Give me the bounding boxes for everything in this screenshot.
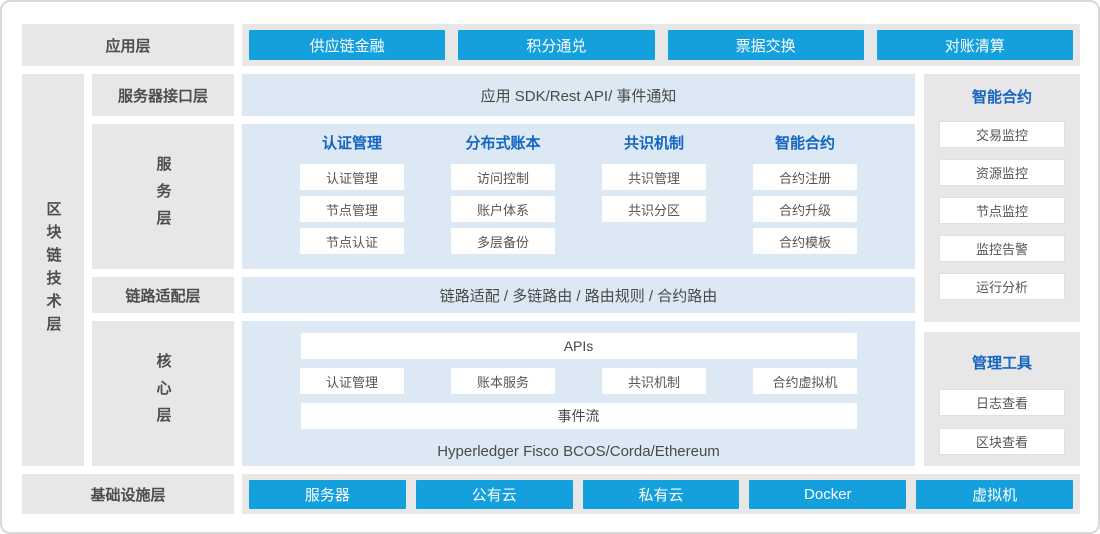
- service-column-auth: 认证管理 认证管理 节点管理 节点认证: [300, 134, 404, 254]
- tools-item: 区块查看: [939, 428, 1065, 455]
- service-item: 账户体系: [451, 196, 555, 222]
- service-layer-panel: 认证管理 认证管理 节点管理 节点认证 分布式账本 访问控制 账户体系 多层备份…: [242, 124, 915, 269]
- service-column-title: 分布式账本: [465, 134, 540, 154]
- service-layer-label-text: 服务层: [153, 156, 174, 237]
- infra-button-vm: 虚拟机: [916, 480, 1073, 509]
- infra-button-server: 服务器: [249, 480, 406, 509]
- monitor-panel-title: 智能合约: [972, 88, 1032, 108]
- blockchain-architecture-diagram: 应用层 供应链金融 积分通兑 票据交换 对账清算 区块链技术层 服务器接口层 服…: [0, 0, 1100, 534]
- core-apis-bar: APIs: [301, 333, 857, 359]
- core-layer-label-text: 核心层: [153, 353, 174, 434]
- service-layer-label: 服务层: [92, 124, 234, 269]
- app-layer-label: 应用层: [22, 24, 234, 66]
- service-column-title: 认证管理: [322, 134, 382, 154]
- interface-layer-label-text: 服务器接口层: [118, 85, 208, 106]
- monitor-item: 资源监控: [939, 159, 1065, 186]
- core-event-stream-bar: 事件流: [301, 403, 857, 429]
- core-item: 共识机制: [602, 368, 706, 394]
- service-item: 认证管理: [300, 164, 404, 190]
- service-item: 节点认证: [300, 228, 404, 254]
- app-button-points-exchange: 积分通兑: [458, 30, 654, 60]
- tech-layer-label: 区块链技术层: [22, 74, 84, 466]
- core-item: 合约虚拟机: [753, 368, 857, 394]
- service-item: 合约模板: [753, 228, 857, 254]
- smart-contract-monitor-panel: 智能合约 交易监控 资源监控 节点监控 监控告警 运行分析: [924, 74, 1080, 322]
- management-tools-panel: 管理工具 日志查看 区块查看: [924, 332, 1080, 466]
- core-item: 认证管理: [300, 368, 404, 394]
- service-item: 合约升级: [753, 196, 857, 222]
- tools-panel-title: 管理工具: [972, 354, 1032, 374]
- infra-layer-label-text: 基础设施层: [90, 484, 165, 505]
- core-layer-items: 认证管理 账本服务 共识机制 合约虚拟机: [300, 368, 857, 394]
- link-layer-content: 链路适配 / 多链路由 / 路由规则 / 合约路由: [242, 277, 915, 313]
- monitor-item: 节点监控: [939, 197, 1065, 224]
- infra-layer-label: 基础设施层: [22, 474, 234, 514]
- infra-button-public-cloud: 公有云: [416, 480, 573, 509]
- service-item: 访问控制: [451, 164, 555, 190]
- service-item: 合约注册: [753, 164, 857, 190]
- app-button-supply-chain-finance: 供应链金融: [249, 30, 445, 60]
- link-layer-label: 链路适配层: [92, 277, 234, 313]
- app-layer-button-strip: 供应链金融 积分通兑 票据交换 对账清算: [242, 24, 1080, 66]
- tech-layer-label-text: 区块链技术层: [43, 201, 64, 339]
- service-item: 共识管理: [602, 164, 706, 190]
- service-column-title: 共识机制: [624, 134, 684, 154]
- link-layer-label-text: 链路适配层: [125, 285, 200, 306]
- service-column-ledger: 分布式账本 访问控制 账户体系 多层备份: [451, 134, 555, 254]
- interface-layer-label: 服务器接口层: [92, 74, 234, 116]
- service-column-consensus: 共识机制 共识管理 共识分区: [602, 134, 706, 254]
- service-item: 共识分区: [602, 196, 706, 222]
- monitor-item: 监控告警: [939, 235, 1065, 262]
- core-item: 账本服务: [451, 368, 555, 394]
- core-layer-label: 核心层: [92, 321, 234, 466]
- service-layer-columns: 认证管理 认证管理 节点管理 节点认证 分布式账本 访问控制 账户体系 多层备份…: [242, 124, 915, 254]
- monitor-item: 交易监控: [939, 121, 1065, 148]
- infra-button-docker: Docker: [749, 480, 906, 509]
- infra-button-private-cloud: 私有云: [583, 480, 740, 509]
- app-button-reconciliation: 对账清算: [877, 30, 1073, 60]
- core-platforms-text: Hyperledger Fisco BCOS/Corda/Ethereum: [437, 443, 720, 460]
- service-item: 节点管理: [300, 196, 404, 222]
- interface-layer-content: 应用 SDK/Rest API/ 事件通知: [242, 74, 915, 116]
- infra-layer-button-strip: 服务器 公有云 私有云 Docker 虚拟机: [242, 474, 1080, 514]
- core-layer-panel: APIs 认证管理 账本服务 共识机制 合约虚拟机 事件流 Hyperledge…: [242, 321, 915, 466]
- service-item: 多层备份: [451, 228, 555, 254]
- service-column-title: 智能合约: [775, 134, 835, 154]
- service-column-smart-contract: 智能合约 合约注册 合约升级 合约模板: [753, 134, 857, 254]
- monitor-item: 运行分析: [939, 273, 1065, 300]
- tools-item: 日志查看: [939, 389, 1065, 416]
- app-button-bill-exchange: 票据交换: [668, 30, 864, 60]
- app-layer-label-text: 应用层: [105, 35, 150, 56]
